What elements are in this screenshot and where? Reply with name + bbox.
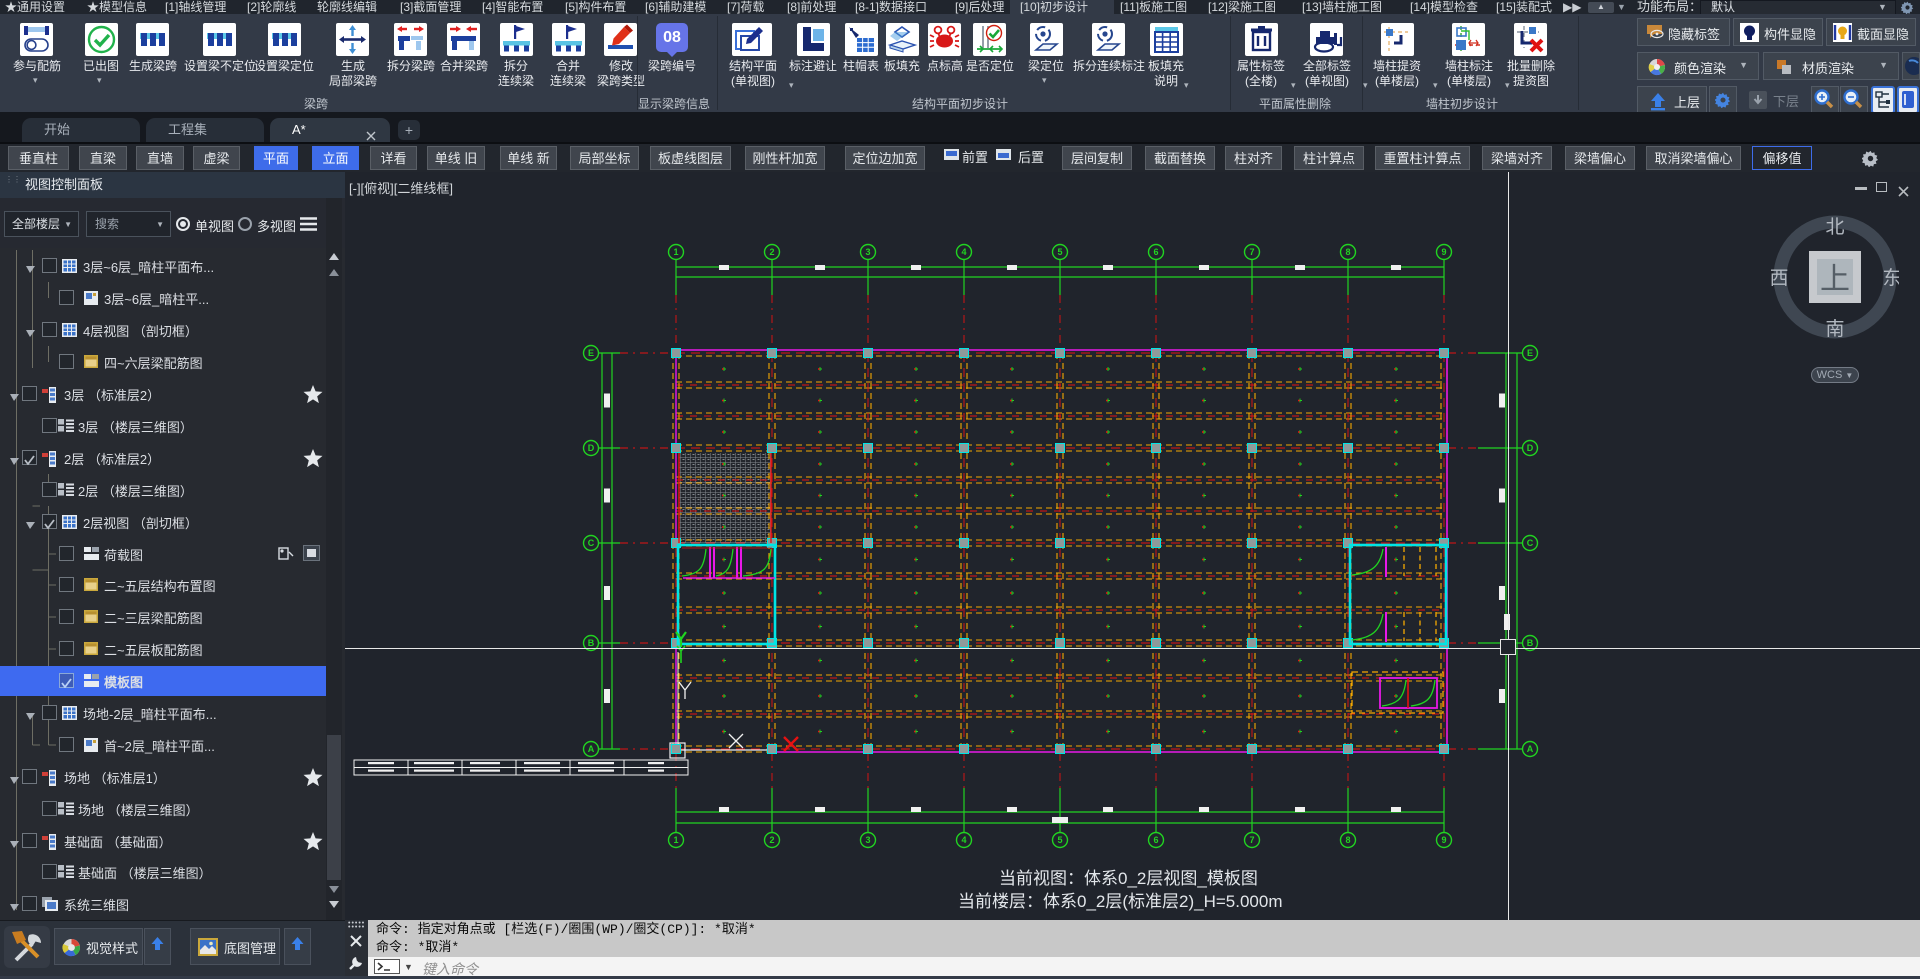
svg-text:E: E xyxy=(1527,348,1533,358)
svg-text:8: 8 xyxy=(1345,835,1350,845)
svg-text:E: E xyxy=(588,348,594,358)
svg-text:7: 7 xyxy=(1249,247,1254,257)
svg-text:1: 1 xyxy=(673,247,678,257)
svg-text:北: 北 xyxy=(1825,216,1844,238)
svg-text:4: 4 xyxy=(961,835,966,845)
svg-text:南: 南 xyxy=(1825,318,1844,340)
svg-text:B: B xyxy=(1527,638,1534,648)
svg-text:5: 5 xyxy=(1057,835,1062,845)
svg-text:4: 4 xyxy=(961,247,966,257)
svg-text:6: 6 xyxy=(1153,835,1158,845)
svg-text:2: 2 xyxy=(769,247,774,257)
svg-text:D: D xyxy=(1527,443,1534,453)
svg-text:D: D xyxy=(588,443,595,453)
svg-text:西: 西 xyxy=(1771,268,1789,289)
svg-text:A: A xyxy=(1527,744,1534,754)
svg-text:3: 3 xyxy=(865,247,870,257)
svg-text:A: A xyxy=(588,744,595,754)
svg-text:1: 1 xyxy=(673,835,678,845)
svg-text:9: 9 xyxy=(1441,835,1446,845)
svg-text:上: 上 xyxy=(1820,263,1850,296)
svg-text:B: B xyxy=(588,638,595,648)
svg-text:东: 东 xyxy=(1882,267,1899,289)
svg-text:7: 7 xyxy=(1249,835,1254,845)
svg-text:C: C xyxy=(588,538,595,548)
svg-text:6: 6 xyxy=(1153,247,1158,257)
svg-text:5: 5 xyxy=(1057,247,1062,257)
svg-text:9: 9 xyxy=(1441,247,1446,257)
svg-text:3: 3 xyxy=(865,835,870,845)
svg-text:C: C xyxy=(1527,538,1534,548)
svg-text:2: 2 xyxy=(769,835,774,845)
svg-text:8: 8 xyxy=(1345,247,1350,257)
